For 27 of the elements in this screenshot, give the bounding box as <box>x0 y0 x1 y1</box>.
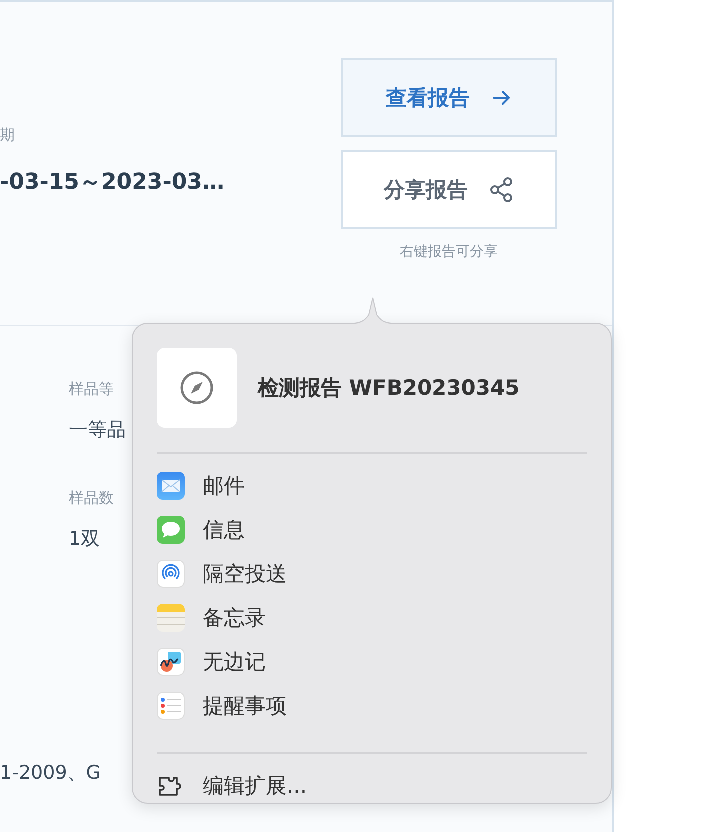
share-option[interactable]: 无边记 <box>157 640 587 684</box>
share-report-button[interactable]: 分享报告 <box>341 150 557 229</box>
concentric-rings-icon <box>157 560 185 588</box>
edit-extensions-option[interactable]: 编辑扩展... <box>157 764 587 808</box>
notepad-icon <box>157 604 185 632</box>
share-hint: 右键报告可分享 <box>400 243 498 261</box>
share-option[interactable]: 邮件 <box>157 464 587 508</box>
share-icon <box>490 176 514 202</box>
checklist-icon <box>157 692 185 720</box>
date-range-value: -03-15～2023-03… <box>0 169 224 197</box>
share-option[interactable]: 隔空投送 <box>157 552 587 596</box>
speech-bubble-icon <box>157 516 185 544</box>
share-option[interactable]: 提醒事项 <box>157 684 587 728</box>
standard-value: 1-2009、G <box>0 761 102 786</box>
document-title: 检测报告 WFB20230345 <box>258 375 520 402</box>
squiggle-icon <box>157 648 185 676</box>
arrow-right-icon <box>492 90 512 106</box>
field-value: 1双 <box>69 527 100 552</box>
envelope-icon <box>157 472 185 500</box>
compass-icon <box>180 371 214 405</box>
view-report-button[interactable]: 查看报告 <box>341 58 557 137</box>
field-label: 期 <box>0 126 16 145</box>
field-label: 样品等 <box>69 380 114 399</box>
share-option[interactable]: 备忘录 <box>157 596 587 640</box>
field-value: 一等品 <box>69 418 126 443</box>
field-label: 样品数 <box>69 489 114 508</box>
share-option[interactable]: 信息 <box>157 508 587 552</box>
